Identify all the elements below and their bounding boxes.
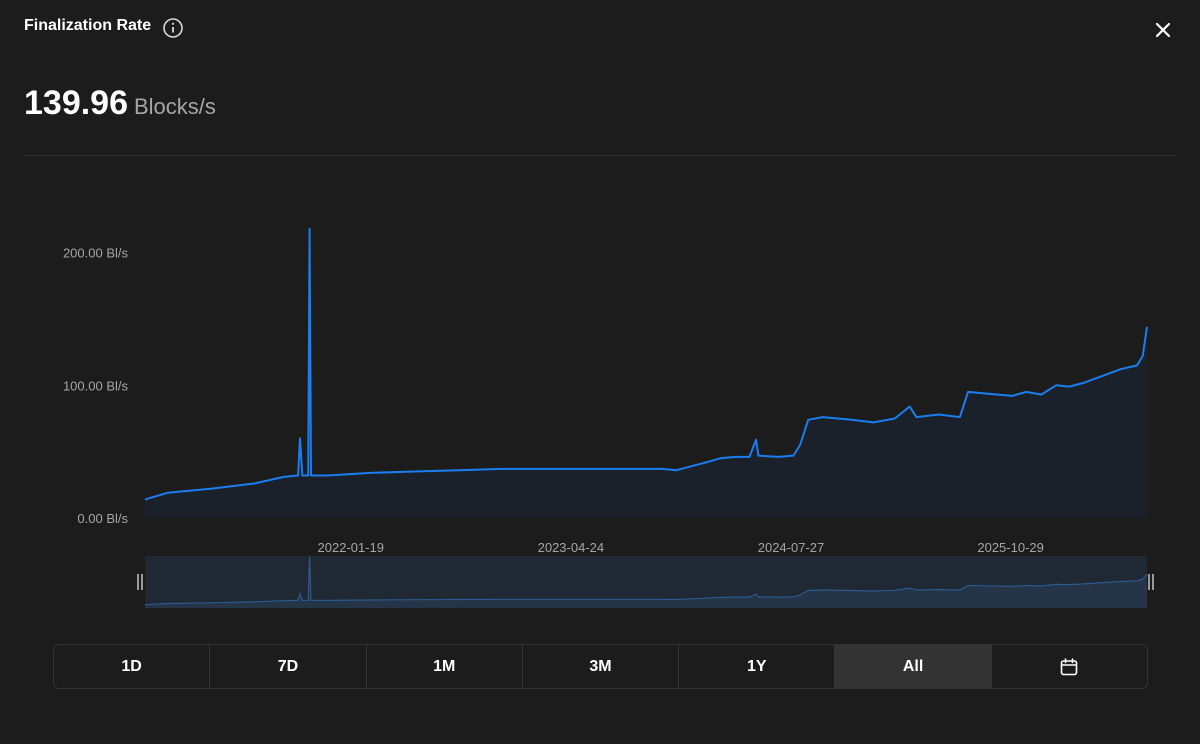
y-tick-label: 100.00 Bl/s (63, 378, 129, 393)
x-tick-label: 2024-07-27 (758, 540, 825, 555)
series-area (145, 228, 1147, 518)
navigator-handle-right[interactable] (1148, 574, 1154, 590)
y-tick-label: 200.00 Bl/s (63, 246, 129, 261)
range-button-1d[interactable]: 1D (54, 645, 211, 688)
x-tick-label: 2025-10-29 (977, 540, 1044, 555)
range-button-label: 7D (277, 657, 299, 675)
x-tick-label: 2023-04-24 (538, 540, 605, 555)
range-button-label: 3M (589, 657, 612, 675)
range-button-7d[interactable]: 7D (210, 645, 367, 688)
calendar-icon (1061, 657, 1078, 675)
y-tick-label: 0.00 Bl/s (77, 511, 128, 526)
time-range-selector: 1D 7D 1M 3M 1Y All (53, 644, 1148, 689)
range-button-label: 1Y (746, 657, 767, 675)
range-button-1m[interactable]: 1M (367, 645, 523, 688)
range-button-label: All (902, 657, 924, 675)
range-button-1y[interactable]: 1Y (679, 645, 836, 688)
range-button-label: 1M (433, 657, 456, 675)
range-button-label: 1D (121, 657, 142, 675)
x-tick-label: 2022-01-19 (318, 540, 385, 555)
navigator-handle-left[interactable] (137, 574, 143, 590)
calendar-button[interactable] (992, 645, 1147, 688)
finalization-rate-chart: 0.00 Bl/s 100.00 Bl/s 200.00 Bl/s 2022-01-1… (63, 227, 1154, 608)
range-button-3m[interactable]: 3M (523, 645, 680, 688)
range-button-all[interactable]: All (835, 645, 992, 688)
